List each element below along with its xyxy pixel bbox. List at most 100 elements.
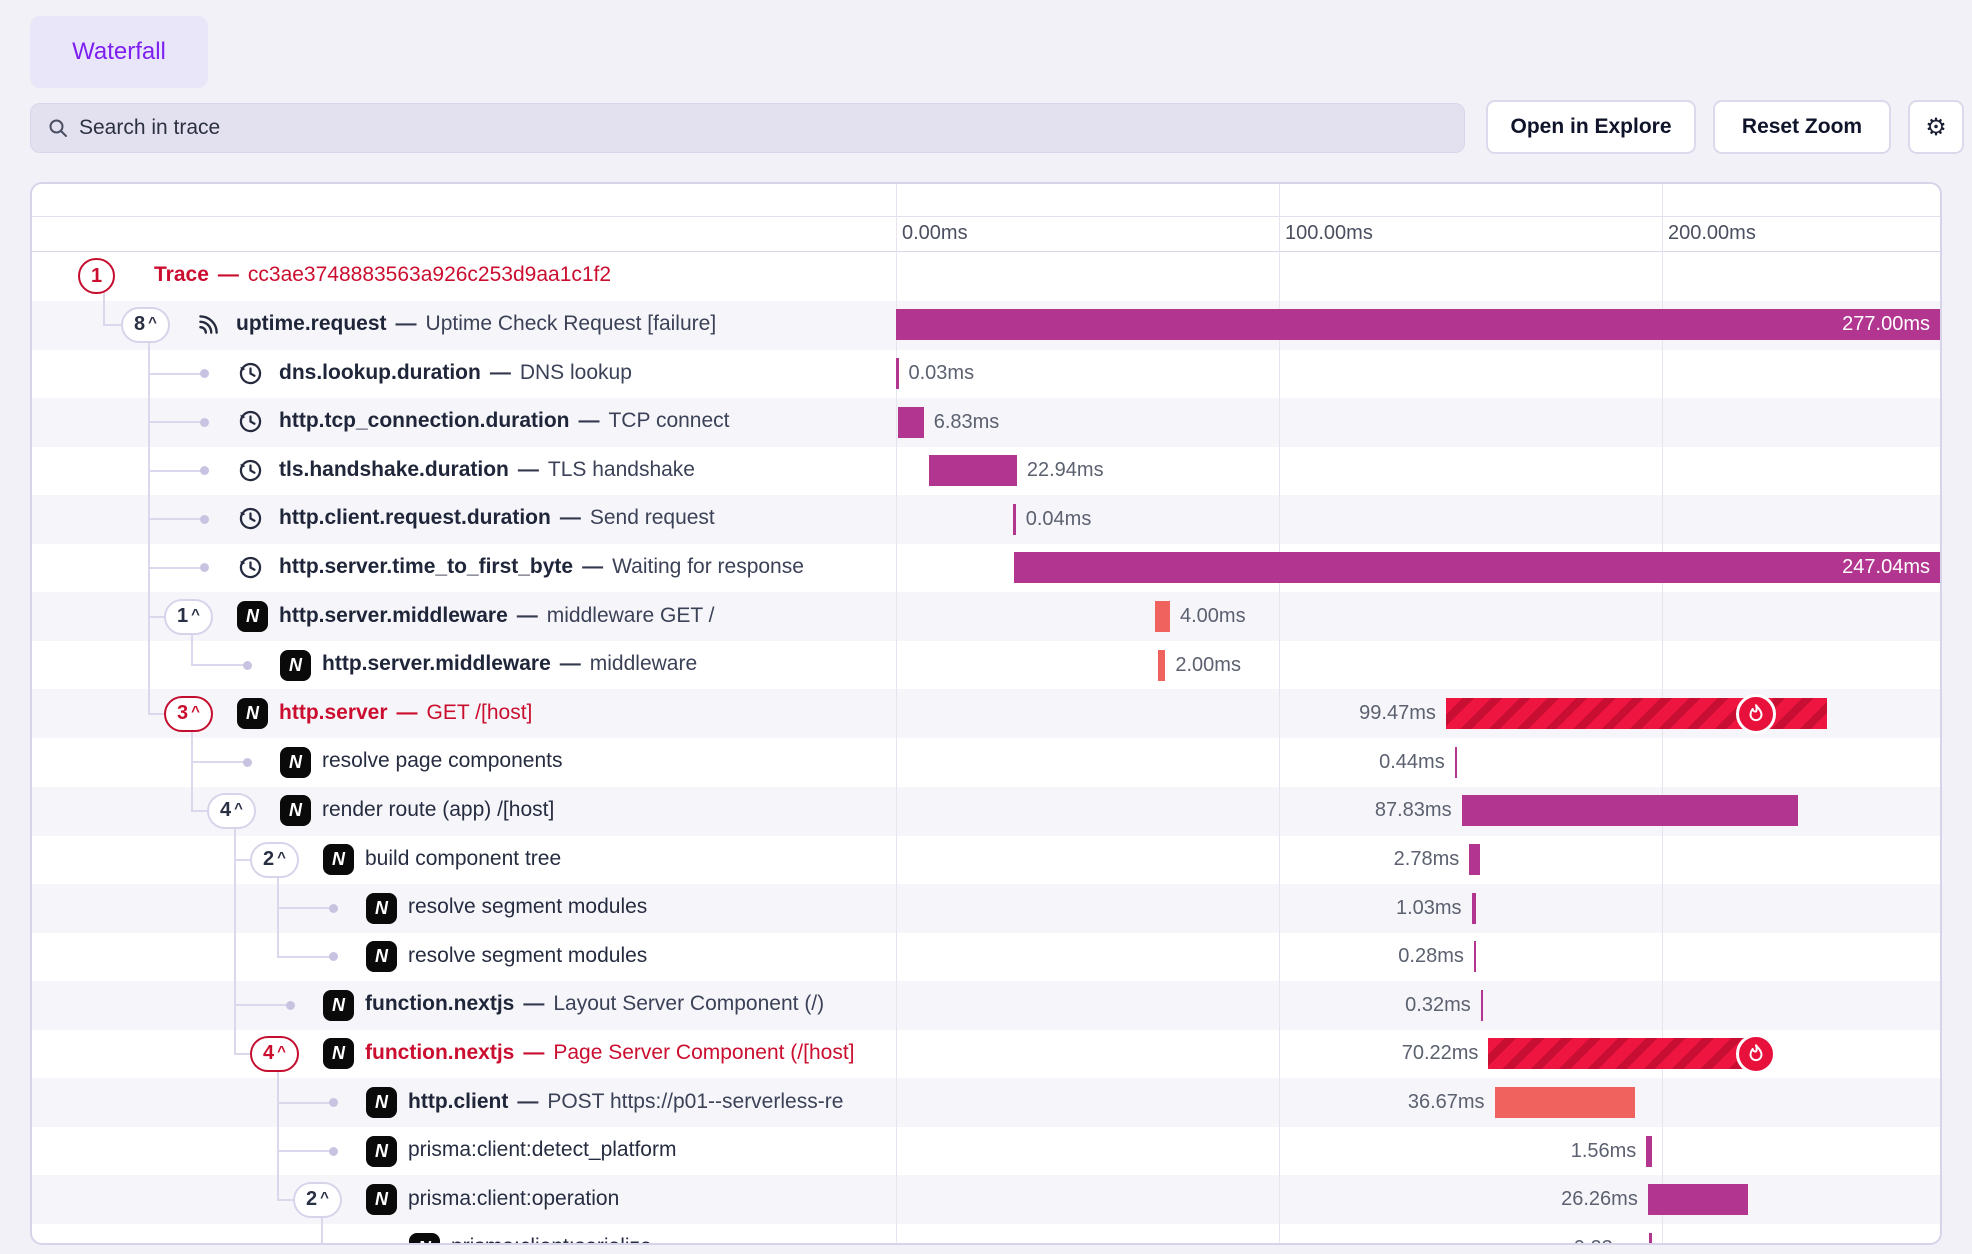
span-description: Page Server Component (/[host] (553, 1041, 854, 1064)
fire-slow-span-icon[interactable] (1736, 1034, 1776, 1074)
span-row-label[interactable]: Trace — cc3ae3748883563a926c253d9aa1c1f2 (154, 263, 611, 287)
tree-connector-stub (148, 713, 164, 715)
duration-bar[interactable] (1472, 893, 1476, 924)
duration-bar[interactable] (1488, 1038, 1757, 1069)
span-count-pill[interactable]: 8^ (121, 307, 170, 343)
span-row-label[interactable]: http.client.request.duration—Send reques… (279, 506, 715, 530)
duration-bar[interactable] (1474, 941, 1477, 972)
tree-leaf-dot (329, 1147, 338, 1156)
duration-bar[interactable] (1155, 601, 1170, 632)
span-row-label[interactable]: resolve segment modules (408, 895, 647, 919)
settings-button[interactable]: ⚙ (1908, 100, 1964, 154)
span-row-label[interactable]: http.client—POST https://p01--serverless… (408, 1090, 843, 1114)
duration-label: 0.44ms (1245, 751, 1445, 774)
span-row-label[interactable]: http.server.middleware—middleware (322, 652, 697, 676)
separator: — (560, 652, 581, 675)
duration-label: 277.00ms (1825, 313, 1930, 336)
tree-leaf-dot (329, 1098, 338, 1107)
duration-bar[interactable] (1014, 552, 1940, 583)
search-input[interactable]: Search in trace (30, 103, 1465, 153)
duration-bar[interactable] (1455, 747, 1458, 778)
separator: — (218, 263, 239, 286)
trace-waterfall-panel: 277.00ms0.03ms6.83ms22.94ms0.04ms247.04m… (30, 182, 1942, 1245)
nextjs-icon: N (323, 990, 354, 1021)
span-count-pill[interactable]: 2^ (250, 842, 299, 878)
toolbar: Search in trace Open in Explore Reset Zo… (0, 100, 1972, 156)
tree-leaf-dot (200, 515, 209, 524)
span-row-label[interactable]: tls.handshake.duration—TLS handshake (279, 458, 695, 482)
nextjs-icon: N (366, 1184, 397, 1215)
duration-bar[interactable] (1158, 650, 1166, 681)
span-row-label[interactable]: render route (app) /[host] (322, 798, 554, 822)
span-row-label[interactable]: build component tree (365, 847, 561, 871)
duration-bar[interactable] (896, 309, 1940, 340)
duration-bar[interactable] (1649, 1233, 1652, 1245)
span-row-label[interactable]: http.server.middleware—middleware GET / (279, 604, 714, 628)
tree-connector-stub (234, 1053, 250, 1055)
duration-bar[interactable] (1495, 1087, 1636, 1118)
span-count-pill[interactable]: 4^ (207, 793, 256, 829)
separator: — (523, 992, 544, 1015)
duration-label: 36.67ms (1285, 1091, 1485, 1114)
duration-bar[interactable] (1469, 844, 1480, 875)
fire-slow-span-icon[interactable] (1736, 694, 1776, 734)
tree-connector-stub (191, 810, 207, 812)
span-count-pill[interactable]: 1 (78, 258, 115, 294)
span-row-label[interactable]: http.tcp_connection.duration—TCP connect (279, 409, 730, 433)
span-count-pill[interactable]: 2^ (293, 1182, 342, 1218)
span-row-label[interactable]: http.server.time_to_first_byte—Waiting f… (279, 555, 804, 579)
duration-bar[interactable] (1481, 990, 1484, 1021)
span-description: Send request (590, 506, 715, 529)
clock-icon (237, 360, 264, 392)
span-row-label[interactable]: function.nextjs—Layout Server Component … (365, 992, 824, 1016)
span-op-name: Trace (154, 263, 209, 286)
span-row-label[interactable]: resolve page components (322, 749, 563, 773)
duration-bar[interactable] (898, 407, 924, 438)
tree-connector-stub (148, 373, 204, 375)
nextjs-icon: N (323, 844, 354, 875)
duration-bar[interactable] (1462, 795, 1799, 826)
span-row-label[interactable]: prisma:client:detect_platform (408, 1138, 676, 1162)
tree-leaf-dot (200, 418, 209, 427)
span-count-pill[interactable]: 1^ (164, 599, 213, 635)
tree-connector-stub (277, 1199, 293, 1201)
duration-bar[interactable] (1013, 504, 1016, 535)
tree-connector-stub (277, 956, 333, 958)
open-in-explore-button[interactable]: Open in Explore (1486, 100, 1696, 154)
span-row-label[interactable]: resolve segment modules (408, 944, 647, 968)
tab-waterfall[interactable]: Waterfall (30, 16, 208, 88)
tree-leaf-dot (243, 758, 252, 767)
duration-bar[interactable] (929, 455, 1017, 486)
span-op-name: http.server (279, 701, 388, 724)
axis-tick-200ms: 200.00ms (1668, 222, 1756, 245)
span-description: POST https://p01--serverless-re (547, 1090, 843, 1113)
span-count-pill[interactable]: 4^ (250, 1036, 299, 1072)
span-description: cc3ae3748883563a926c253d9aa1c1f2 (248, 263, 611, 286)
tree-leaf-dot (329, 952, 338, 961)
search-icon (47, 117, 69, 139)
span-count-pill[interactable]: 3^ (164, 696, 213, 732)
reset-zoom-button[interactable]: Reset Zoom (1713, 100, 1891, 154)
duration-bar[interactable] (1646, 1136, 1652, 1167)
duration-label: 0.28ms (1264, 945, 1464, 968)
nextjs-icon: N (366, 1087, 397, 1118)
span-row-label[interactable]: dns.lookup.duration—DNS lookup (279, 361, 632, 385)
separator: — (578, 409, 599, 432)
search-placeholder: Search in trace (79, 116, 220, 140)
duration-label: 4.00ms (1180, 605, 1246, 628)
span-op-name: http.client (408, 1090, 508, 1113)
span-row-label[interactable]: http.server—GET /[host] (279, 701, 532, 725)
tree-connector-line (148, 341, 150, 714)
span-row-label[interactable]: function.nextjs—Page Server Component (/… (365, 1041, 855, 1065)
duration-bar[interactable] (1648, 1184, 1749, 1215)
tree-connector-stub (148, 518, 204, 520)
tree-connector-stub (234, 1004, 290, 1006)
span-op-name: http.tcp_connection.duration (279, 409, 569, 432)
span-row-label[interactable]: uptime.request—Uptime Check Request [fai… (236, 312, 716, 336)
span-tree: 1 Trace — cc3ae3748883563a926c253d9aa1c1f2 8… (32, 184, 898, 1245)
span-row-label[interactable]: prisma:client:operation (408, 1187, 619, 1211)
span-row-label[interactable]: prisma:client:serialize (451, 1235, 652, 1245)
span-description: DNS lookup (520, 361, 632, 384)
duration-label: 0.04ms (1026, 508, 1092, 531)
span-op-name: uptime.request (236, 312, 387, 335)
